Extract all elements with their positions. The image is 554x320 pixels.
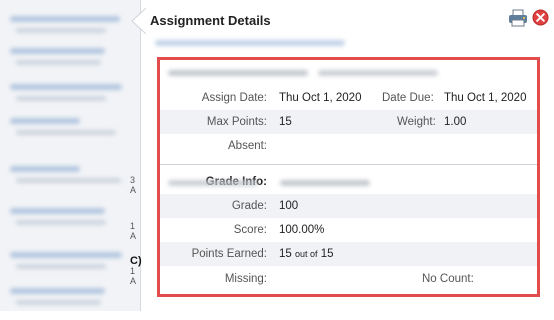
list-item[interactable]	[4, 10, 124, 48]
weight-label: Weight:	[397, 116, 436, 128]
points-earned-label: Points Earned:	[191, 248, 267, 260]
list-item[interactable]	[4, 78, 124, 116]
absent-row: Absent:	[160, 134, 537, 158]
close-icon[interactable]	[532, 9, 549, 26]
assignment-subtitle	[155, 40, 345, 46]
score-label: Score:	[233, 224, 267, 236]
absent-label: Absent:	[228, 140, 267, 152]
list-item-tail: 3 A	[130, 175, 137, 195]
score-value: 100.00%	[279, 224, 325, 236]
missing-label: Missing:	[224, 273, 267, 285]
list-item[interactable]	[4, 202, 124, 240]
date-due-value: Thu Oct 1, 2020	[444, 92, 527, 104]
grade-label: Grade:	[231, 200, 267, 212]
list-item-tail: 1 A	[130, 221, 137, 241]
assignment-details-panel: Assign Date: Thu Oct 1, 2020 Date Due: T…	[157, 57, 540, 297]
max-points-label: Max Points:	[206, 116, 267, 128]
section-divider	[160, 164, 537, 165]
list-item[interactable]	[4, 44, 124, 82]
grade-info-row: Grade Info:	[160, 170, 537, 192]
no-count-label: No Count:	[422, 273, 474, 285]
weight-value: 1.00	[444, 116, 467, 128]
assign-date-label: Assign Date:	[201, 92, 267, 104]
page-title: Assignment Details	[150, 13, 271, 28]
points-earned-row: Points Earned: 15 out of 15	[160, 242, 537, 266]
printer-icon[interactable]	[508, 9, 528, 27]
list-item-tail: 1 A	[130, 266, 137, 286]
selection-notch	[131, 8, 146, 34]
out-of-text: out of	[295, 249, 318, 259]
assignment-name-row	[160, 60, 537, 86]
score-row: Score: 100.00%	[160, 218, 537, 242]
date-due-label: Date Due:	[382, 92, 434, 104]
list-item[interactable]	[4, 246, 124, 284]
missing-row: Missing: No Count:	[160, 266, 537, 292]
max-points-value: 15	[279, 116, 292, 128]
assignment-list-sidebar: 3 A 1 A C) 1 A	[0, 0, 142, 311]
points-row: Max Points: 15 Weight: 1.00	[160, 110, 537, 134]
grade-row: Grade: 100	[160, 194, 537, 218]
list-item[interactable]	[4, 282, 124, 320]
date-row: Assign Date: Thu Oct 1, 2020 Date Due: T…	[160, 86, 537, 110]
assign-date-value: Thu Oct 1, 2020	[279, 92, 362, 104]
points-earned-value: 15 out of 15	[279, 248, 334, 260]
list-item[interactable]	[4, 112, 124, 150]
points-earned-number: 15	[279, 248, 292, 260]
grade-value: 100	[279, 200, 299, 212]
points-total: 15	[320, 248, 334, 260]
list-item[interactable]	[4, 160, 124, 198]
